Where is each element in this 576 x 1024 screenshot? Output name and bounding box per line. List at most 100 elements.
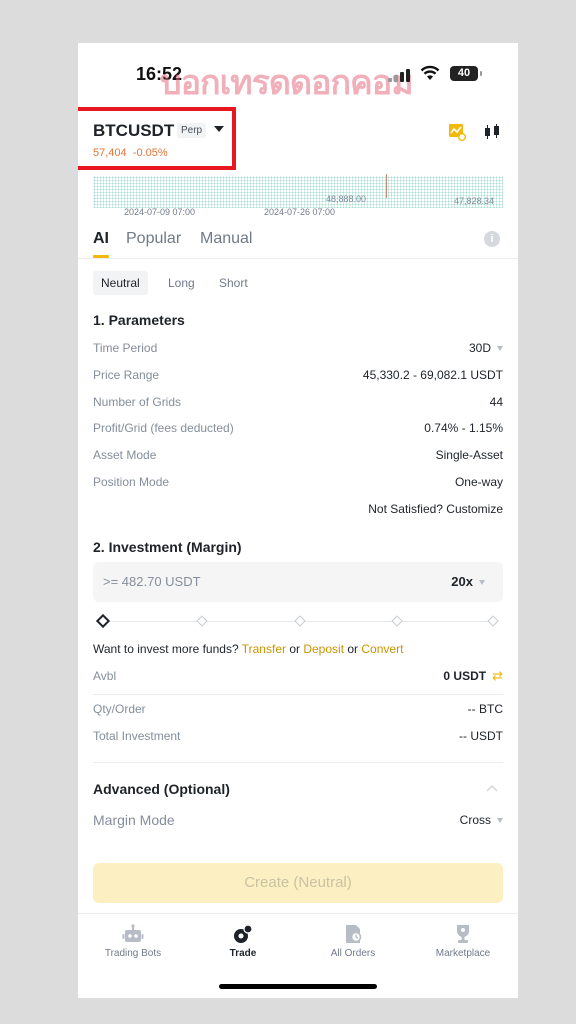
chart-date-end: 2024-07-26 07:00 bbox=[264, 207, 336, 217]
status-bar: 16:52 บอกเทรดดอกคอม 40 bbox=[78, 61, 518, 102]
tab-ai[interactable]: AI bbox=[93, 230, 109, 248]
slider-thumb[interactable] bbox=[95, 613, 111, 629]
avbl-value: 0 USDT ⇄ bbox=[443, 666, 503, 686]
param-row-profit-grid: Profit/Grid (fees deducted) 0.74% - 1.15… bbox=[93, 418, 503, 438]
home-indicator bbox=[219, 984, 377, 989]
advanced-title[interactable]: Advanced (Optional) bbox=[93, 781, 230, 797]
chart-price-line bbox=[386, 174, 387, 198]
investment-input[interactable]: >= 482.70 USDT 20x bbox=[93, 562, 503, 602]
margin-mode-row[interactable]: Margin Mode Cross bbox=[93, 810, 503, 830]
parameters-title: 1. Parameters bbox=[93, 312, 185, 328]
subtab-short[interactable]: Short bbox=[211, 271, 256, 295]
pair-change: -0.05% bbox=[132, 147, 168, 159]
param-value: 44 bbox=[489, 395, 503, 409]
chevron-down-icon bbox=[497, 818, 503, 824]
total-row: Total Investment -- USDT bbox=[93, 726, 503, 746]
perp-badge: Perp bbox=[177, 123, 207, 138]
customize-row: Not Satisfied? Customize bbox=[93, 499, 503, 519]
robot-icon bbox=[122, 924, 144, 942]
or-text: or bbox=[289, 642, 300, 656]
or-text: or bbox=[347, 642, 359, 656]
qty-value: -- BTC bbox=[467, 702, 503, 716]
deposit-link[interactable]: Deposit bbox=[303, 642, 344, 656]
candlestick-icon[interactable] bbox=[483, 123, 501, 141]
chart-right-label: 47,828.34 bbox=[454, 196, 495, 206]
watermark-logo: บอกเทรดดอกคอม bbox=[160, 64, 414, 102]
investment-placeholder: >= 482.70 USDT bbox=[103, 574, 201, 589]
signal-icon bbox=[388, 68, 410, 82]
param-label: Price Range bbox=[93, 368, 160, 382]
avbl-label: Avbl bbox=[93, 669, 117, 683]
chart-settings-icon[interactable] bbox=[448, 123, 466, 141]
chevron-down-icon bbox=[497, 346, 503, 352]
param-value: One-way bbox=[454, 475, 503, 489]
nav-trading-bots[interactable]: Trading Bots bbox=[78, 924, 188, 959]
investment-title: 2. Investment (Margin) bbox=[93, 539, 242, 555]
bottom-nav: Trading Bots Trade All Orders Marketplac… bbox=[78, 913, 518, 973]
pair-symbol[interactable]: BTCUSDT bbox=[93, 121, 174, 141]
funds-line: Want to invest more funds? Transfer or D… bbox=[93, 642, 403, 656]
create-button[interactable]: Create (Neutral) bbox=[93, 863, 503, 903]
orders-icon bbox=[346, 925, 362, 943]
pair-price: 57,404 bbox=[93, 147, 127, 159]
swap-icon[interactable]: ⇄ bbox=[492, 666, 503, 686]
transfer-link[interactable]: Transfer bbox=[242, 642, 286, 656]
battery-icon: 40 bbox=[450, 66, 482, 81]
param-row-time-period[interactable]: Time Period 30D bbox=[93, 338, 503, 358]
wifi-icon bbox=[420, 65, 440, 80]
trophy-icon bbox=[457, 925, 469, 943]
nav-label: Trade bbox=[229, 948, 257, 959]
chart-date-start: 2024-07-09 07:00 bbox=[124, 207, 196, 217]
nav-all-orders[interactable]: All Orders bbox=[298, 924, 408, 959]
convert-link[interactable]: Convert bbox=[361, 642, 403, 656]
trade-icon bbox=[234, 924, 253, 943]
tab-popular[interactable]: Popular bbox=[126, 230, 181, 248]
param-row-position-mode: Position Mode One-way bbox=[93, 472, 503, 492]
advanced-divider bbox=[93, 762, 503, 763]
total-value: -- USDT bbox=[459, 729, 503, 743]
param-value: 30D bbox=[469, 338, 503, 358]
pair-price-line: 57,404 -0.05% bbox=[93, 147, 168, 159]
qty-label: Qty/Order bbox=[93, 702, 146, 716]
param-label: Number of Grids bbox=[93, 395, 182, 409]
param-label: Asset Mode bbox=[93, 448, 157, 462]
chart-mid-label: 48,888.00 bbox=[326, 194, 367, 204]
tab-manual[interactable]: Manual bbox=[200, 230, 252, 248]
param-row-price-range: Price Range 45,330.2 - 69,082.1 USDT bbox=[93, 365, 503, 385]
pair-dropdown-icon[interactable] bbox=[214, 126, 224, 132]
nav-label: All Orders bbox=[330, 948, 376, 959]
param-value: 0.74% - 1.15% bbox=[424, 421, 503, 435]
slider-step[interactable] bbox=[196, 615, 208, 627]
subtab-neutral[interactable]: Neutral bbox=[93, 271, 148, 295]
nav-trade[interactable]: Trade bbox=[188, 924, 298, 959]
chevron-down-icon bbox=[479, 580, 485, 586]
tabs-divider bbox=[78, 258, 518, 259]
param-label: Position Mode bbox=[93, 475, 170, 489]
chevron-up-icon[interactable] bbox=[486, 784, 498, 792]
param-value: 45,330.2 - 69,082.1 USDT bbox=[362, 368, 503, 382]
slider-step[interactable] bbox=[391, 615, 403, 627]
param-row-asset-mode: Asset Mode Single-Asset bbox=[93, 445, 503, 465]
margin-mode-label: Margin Mode bbox=[93, 812, 175, 828]
nav-label: Trading Bots bbox=[104, 948, 162, 959]
total-label: Total Investment bbox=[93, 729, 181, 743]
leverage-select[interactable]: 20x bbox=[451, 574, 485, 589]
subtab-long[interactable]: Long bbox=[160, 271, 203, 295]
info-icon[interactable]: i bbox=[484, 231, 500, 247]
slider-step[interactable] bbox=[294, 615, 306, 627]
avbl-divider bbox=[93, 694, 503, 695]
nav-marketplace[interactable]: Marketplace bbox=[408, 924, 518, 959]
mini-chart bbox=[93, 176, 503, 208]
param-label: Time Period bbox=[93, 341, 158, 355]
param-value: Single-Asset bbox=[435, 448, 503, 462]
app-screen: 16:52 บอกเทรดดอกคอม 40 BTCUSDT Perp 57,4… bbox=[78, 43, 518, 998]
param-label: Profit/Grid (fees deducted) bbox=[93, 421, 234, 435]
funds-prefix: Want to invest more funds? bbox=[93, 642, 239, 656]
param-row-grids: Number of Grids 44 bbox=[93, 392, 503, 412]
nav-label: Marketplace bbox=[435, 948, 491, 959]
slider-step[interactable] bbox=[487, 615, 499, 627]
margin-mode-value[interactable]: Cross bbox=[460, 810, 503, 830]
customize-link[interactable]: Not Satisfied? Customize bbox=[368, 499, 503, 519]
qty-row: Qty/Order -- BTC bbox=[93, 699, 503, 719]
avbl-row: Avbl 0 USDT ⇄ bbox=[93, 666, 503, 686]
